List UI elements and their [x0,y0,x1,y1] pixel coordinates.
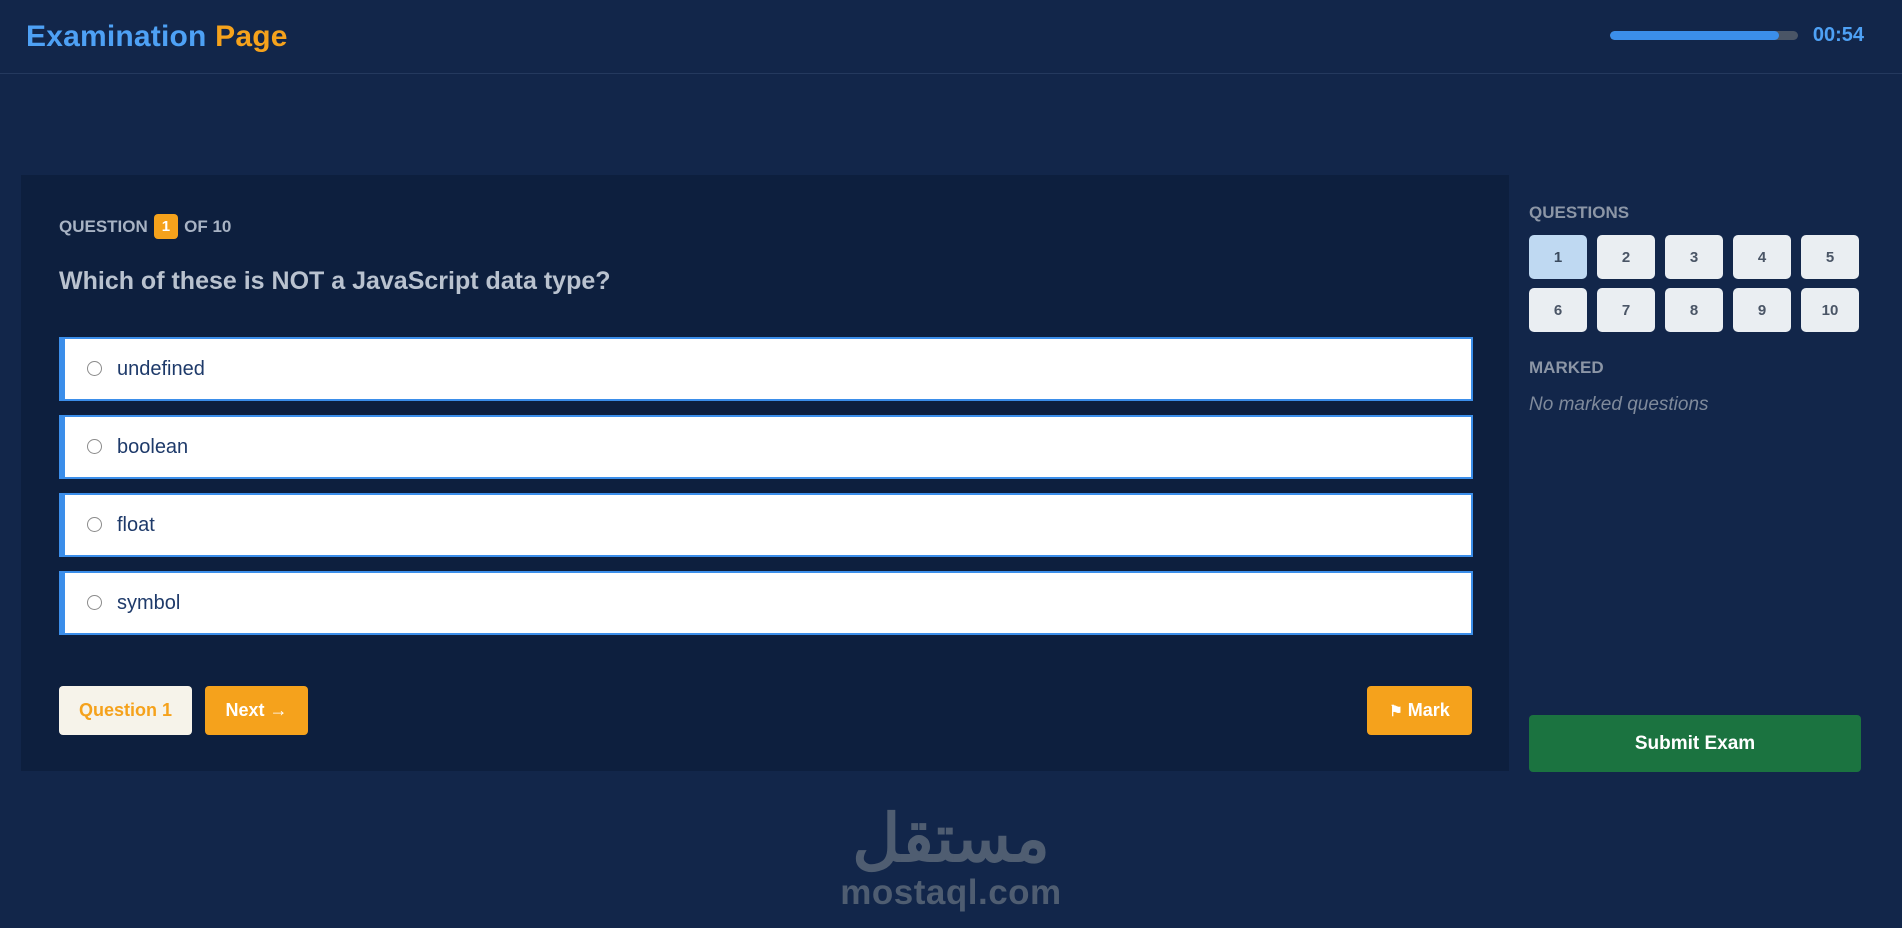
question-nav-8[interactable]: 8 [1665,288,1723,332]
previous-question-button[interactable]: Question 1 [59,686,192,735]
radio-button[interactable] [87,517,102,532]
timer: 00:54 [1609,24,1864,47]
marked-heading: MARKED [1529,358,1604,377]
timer-text: 00:54 [1812,24,1864,46]
questions-heading: QUESTIONS [1529,203,1630,222]
question-nav-9[interactable]: 9 [1733,288,1791,332]
answer-option-label: float [117,514,155,536]
flag-icon: ⚑ [1389,702,1403,720]
question-counter-prefix: QUESTION [59,216,148,236]
question-counter-suffix: OF 10 [184,216,232,236]
answer-option-float[interactable]: float [59,493,1473,557]
answer-option-label: boolean [117,436,189,458]
submit-exam-button[interactable]: Submit Exam [1529,715,1861,772]
answer-option-undefined[interactable]: undefined [59,337,1473,401]
next-button[interactable]: Next → [205,686,308,735]
answer-option-label: symbol [117,592,181,614]
answer-option-label: undefined [117,358,205,380]
question-nav-3[interactable]: 3 [1665,235,1723,279]
answer-option-symbol[interactable]: symbol [59,571,1473,635]
question-text: Which of these is NOT a JavaScript data … [59,267,611,295]
radio-button[interactable] [87,595,102,610]
radio-button[interactable] [87,439,102,454]
answer-option-boolean[interactable]: boolean [59,415,1473,479]
timer-progress-fill [1609,31,1780,40]
radio-button[interactable] [87,361,102,376]
question-nav-10[interactable]: 10 [1801,288,1859,332]
mark-button[interactable]: ⚑ Mark [1367,686,1472,735]
page-title-part2: Page [215,20,288,53]
answer-options: undefined boolean float symbol [59,337,1473,649]
question-counter: QUESTION 1 OF 10 [59,214,231,239]
question-nav-4[interactable]: 4 [1733,235,1791,279]
question-panel: QUESTION 1 OF 10 Which of these is NOT a… [21,175,1509,771]
question-nav-1[interactable]: 1 [1529,235,1587,279]
question-number-badge: 1 [153,214,179,239]
no-marked-text: No marked questions [1529,394,1709,415]
watermark-text: mostaql.com [840,873,1062,912]
question-nav-5[interactable]: 5 [1801,235,1859,279]
watermark: مستقل mostaql.com [0,805,1902,913]
question-nav-7[interactable]: 7 [1597,288,1655,332]
page-title-part1: Examination [26,20,207,53]
sidebar: QUESTIONS 1 2 3 4 5 6 7 8 9 10 MARKED No… [1529,175,1861,772]
timer-progress-bar [1609,31,1798,40]
question-nav-6[interactable]: 6 [1529,288,1587,332]
question-nav-2[interactable]: 2 [1597,235,1655,279]
page-title: Examination Page [26,20,288,54]
question-navigator: 1 2 3 4 5 6 7 8 9 10 [1529,235,1861,332]
top-bar: Examination Page 00:54 [0,0,1902,74]
watermark-logo: مستقل [852,801,1050,875]
mark-button-label: Mark [1407,700,1450,720]
